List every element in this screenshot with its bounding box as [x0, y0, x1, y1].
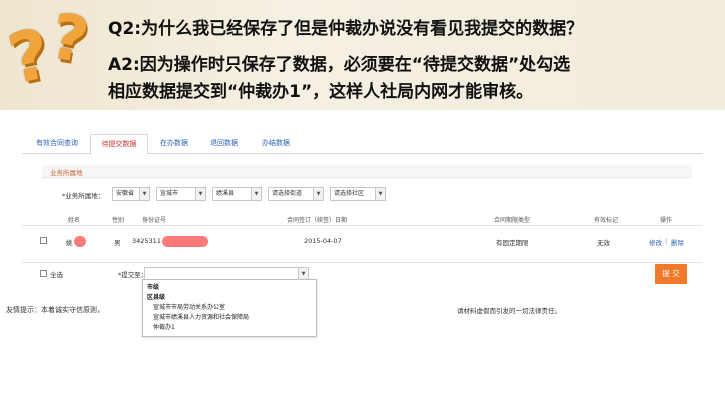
filter-row: *业务所属地： 安徽省 ▼ 宣城市 ▼ 绩溪县 ▼ 请选择街道 ▼ 请选择社区 … — [62, 187, 702, 201]
cell-term-type: 有固定期限 — [496, 239, 529, 247]
cell-date: 2015-04-07 — [304, 237, 342, 245]
table-header: 姓名 性别 身份证号 合同签订（续签）日期 合同期限类型 有效标记 操作 — [22, 214, 702, 226]
tab-in-progress[interactable]: 在办数据 — [154, 136, 194, 154]
tab-bar: 有效合同查询 待提交数据 在办数据 退回数据 办结数据 — [22, 132, 702, 155]
county-value: 绩溪县 — [216, 190, 235, 197]
cell-valid: 无效 — [597, 239, 610, 247]
chevron-down-icon: ▼ — [313, 188, 323, 200]
select-all-checkbox[interactable] — [40, 270, 47, 277]
submit-row: 全选 *提交至： ▼ — [22, 262, 702, 288]
section-title: 业务所属地 — [50, 169, 83, 177]
chevron-down-icon: ▼ — [195, 188, 205, 200]
col-term-type: 合同期限类型 — [494, 217, 531, 224]
redaction-mark — [74, 236, 86, 247]
submit-button[interactable]: 提 交 — [655, 264, 687, 284]
cell-gender: 男 — [114, 239, 121, 247]
city-value: 宣城市 — [160, 190, 179, 197]
chevron-down-icon: ▼ — [251, 188, 261, 200]
faq-question: Q2:为什么我已经保存了但是仲裁办说没有看见我提交的数据？ — [108, 19, 584, 39]
col-actions: 操作 — [660, 217, 673, 224]
dropdown-group-city: 市级 — [147, 284, 160, 291]
community-select[interactable]: 请选择社区 ▼ — [330, 187, 386, 201]
chevron-down-icon: ▼ — [139, 188, 149, 200]
community-value: 请选择社区 — [334, 190, 365, 197]
col-gender: 性别 — [112, 217, 125, 224]
select-all-label: 全选 — [50, 271, 63, 279]
row-checkbox[interactable] — [40, 237, 47, 244]
col-date: 合同签订（续签）日期 — [287, 217, 348, 224]
chevron-down-icon: ▼ — [375, 188, 385, 200]
dropdown-option[interactable]: 宣城市绩溪县人力资源和社会保障局 — [153, 312, 249, 321]
tab-returned[interactable]: 退回数据 — [204, 136, 244, 154]
section-bar: 业务所属地 — [42, 165, 692, 178]
notice-text-right: 请材料虚假而引发的一切法律责任。 — [457, 307, 561, 315]
street-value: 请选择街道 — [272, 190, 303, 197]
table-row: 姚 男 3425311 2015-04-07 有固定期限 无效 修改 | 删除 — [22, 232, 702, 252]
edit-link[interactable]: 修改 — [649, 237, 662, 247]
county-select[interactable]: 绩溪县 ▼ — [212, 187, 262, 201]
dropdown-group-county: 区县级 — [147, 294, 166, 301]
street-select[interactable]: 请选择街道 ▼ — [268, 187, 324, 201]
dropdown-option[interactable]: 仲裁办1 — [153, 322, 175, 331]
notice-text: 友情提示：本着诚实守信原则， — [6, 306, 104, 314]
redaction-mark — [162, 236, 208, 247]
submit-to-label: *提交至： — [118, 271, 148, 279]
faq-answer-line-2: 相应数据提交到“仲裁办1”，这样人社局内网才能审核。 — [108, 82, 534, 102]
faq-header: ? ? Q2:为什么我已经保存了但是仲裁办说没有看见我提交的数据？ A2:因为操… — [0, 0, 725, 110]
city-select[interactable]: 宣城市 ▼ — [156, 187, 206, 201]
app-panel: 有效合同查询 待提交数据 在办数据 退回数据 办结数据 业务所属地 *业务所属地… — [6, 132, 702, 407]
col-valid: 有效标记 — [594, 217, 619, 224]
tab-completed[interactable]: 办结数据 — [256, 136, 296, 154]
faq-answer-line-1: A2:因为操作时只保存了数据，必须要在“待提交数据”处勾选 — [108, 55, 571, 75]
action-separator: | — [665, 237, 668, 245]
cell-id: 3425311 — [132, 237, 161, 245]
col-id: 身份证号 — [142, 217, 167, 224]
province-value: 安徽省 — [116, 190, 135, 197]
region-label: *业务所属地： — [62, 192, 105, 200]
cell-name: 姚 — [66, 239, 73, 247]
dropdown-option[interactable]: 宣城市市局劳动关系办公室 — [153, 302, 225, 311]
province-select[interactable]: 安徽省 ▼ — [112, 187, 150, 201]
tab-valid-contracts[interactable]: 有效合同查询 — [28, 136, 86, 154]
slide: ? ? Q2:为什么我已经保存了但是仲裁办说没有看见我提交的数据？ A2:因为操… — [0, 0, 725, 407]
col-name: 姓名 — [68, 217, 81, 224]
delete-link[interactable]: 删除 — [671, 237, 684, 247]
tab-pending-submit[interactable]: 待提交数据 — [90, 134, 148, 155]
submit-to-dropdown-list: 市级 区县级 宣城市市局劳动关系办公室 宣城市绩溪县人力资源和社会保障局 仲裁办… — [142, 279, 317, 337]
question-mark-icon: ? — [45, 0, 95, 78]
